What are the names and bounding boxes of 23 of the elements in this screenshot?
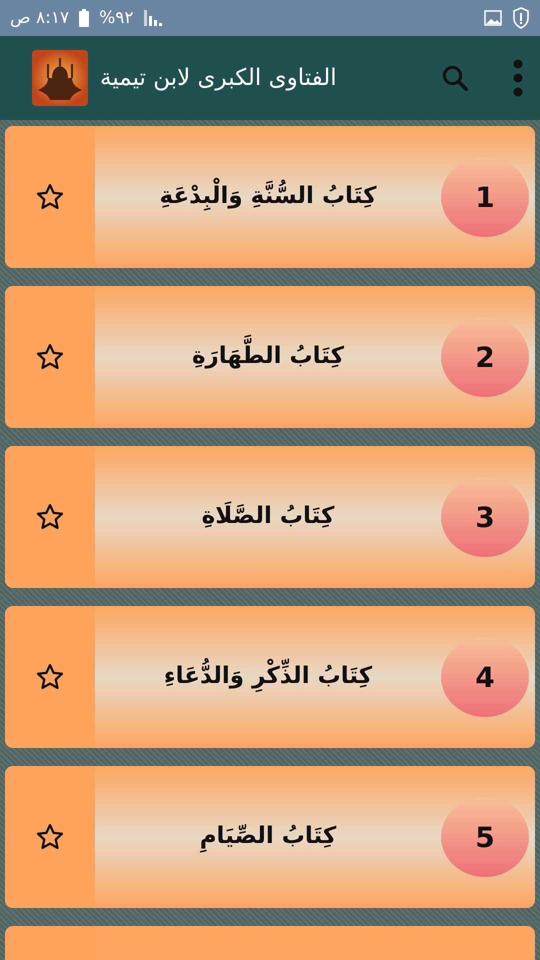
app-logo-icon bbox=[32, 50, 88, 106]
book-title: كِتَابُ الصَّلَاةِ bbox=[200, 500, 336, 532]
book-title: كِتَابُ الصِّيَامِ bbox=[95, 811, 441, 863]
star-icon[interactable] bbox=[35, 342, 65, 372]
star-icon[interactable] bbox=[35, 662, 65, 692]
signal-icon bbox=[144, 10, 162, 26]
star-icon[interactable] bbox=[35, 502, 65, 532]
image-icon bbox=[484, 10, 502, 26]
book-number: 5 bbox=[441, 797, 529, 877]
shield-alert-icon bbox=[512, 7, 530, 29]
star-icon[interactable] bbox=[35, 822, 65, 852]
book-title: كِتَابُ السُّنَّةِ وَالْبِدْعَةِ bbox=[95, 171, 441, 223]
book-number: 3 bbox=[441, 477, 529, 557]
book-number: 1 bbox=[441, 157, 529, 237]
book-title: كِتَابُ الطَّهَارَةِ bbox=[95, 331, 441, 383]
clock: ٨:١٧ ص bbox=[10, 8, 70, 28]
book-number: 2 bbox=[441, 317, 529, 397]
book-number: 4 bbox=[441, 637, 529, 717]
battery-icon bbox=[79, 9, 90, 27]
battery-level: %٩٢ bbox=[99, 8, 134, 28]
star-icon[interactable] bbox=[35, 182, 65, 212]
book-title: كِتَابُ الذِّكْرِ وَالدُّعَاءِ bbox=[95, 651, 441, 703]
app-title: الفتاوى الكبرى لابن تيمية bbox=[100, 65, 337, 91]
